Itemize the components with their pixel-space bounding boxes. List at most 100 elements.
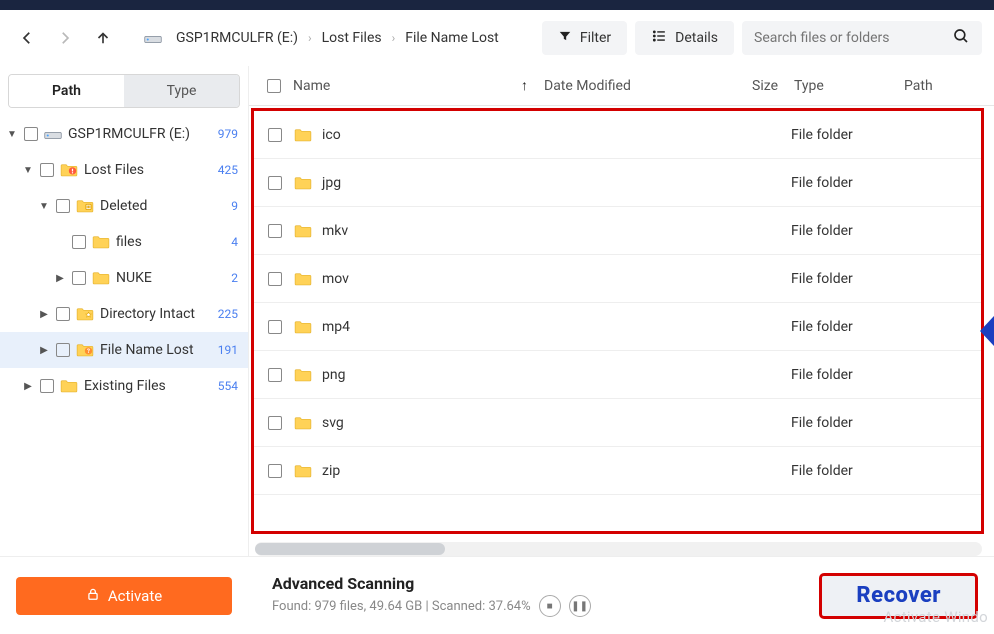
- col-name-label: Name: [293, 78, 330, 94]
- tree-item[interactable]: ▶?File Name Lost191: [0, 332, 248, 368]
- scan-sep: |: [422, 599, 432, 614]
- tree-checkbox[interactable]: [40, 163, 54, 177]
- row-checkbox[interactable]: [268, 416, 282, 430]
- folder-icon: [294, 224, 312, 238]
- nav-back-button[interactable]: [12, 23, 42, 53]
- sort-asc-icon[interactable]: ↑: [521, 77, 528, 94]
- folder-icon: [294, 128, 312, 142]
- content: Name ↑ Date Modified Size Type Path icoF…: [248, 66, 994, 556]
- table-row[interactable]: pngFile folder: [254, 351, 981, 399]
- row-type: File folder: [791, 271, 901, 287]
- horizontal-scrollbar[interactable]: [255, 542, 982, 556]
- pause-scan-button[interactable]: ❚❚: [569, 595, 591, 617]
- row-checkbox[interactable]: [268, 224, 282, 238]
- footer: Activate Advanced Scanning Found: 979 fi…: [0, 556, 994, 634]
- select-all-checkbox[interactable]: [267, 79, 281, 93]
- row-checkbox[interactable]: [268, 368, 282, 382]
- scan-status: Advanced Scanning Found: 979 files, 49.6…: [272, 574, 591, 617]
- col-date[interactable]: Date Modified: [544, 78, 714, 94]
- sidebar-tabs: Path Type: [8, 74, 240, 108]
- tree-item-label: files: [116, 234, 142, 250]
- col-name[interactable]: Name ↑: [293, 77, 544, 94]
- row-checkbox[interactable]: [268, 128, 282, 142]
- table-row[interactable]: svg File folder: [254, 399, 981, 447]
- drive-icon: [44, 127, 62, 141]
- table-row[interactable]: zipFile folder: [254, 447, 981, 495]
- row-name: svg: [322, 415, 344, 431]
- tree-item-label: File Name Lost: [100, 342, 194, 358]
- row-checkbox[interactable]: [268, 176, 282, 190]
- tree-caret-icon[interactable]: ▶: [22, 381, 34, 392]
- lock-icon: [86, 587, 100, 605]
- row-checkbox[interactable]: [268, 320, 282, 334]
- row-type: File folder: [791, 463, 901, 479]
- chevron-right-icon: ›: [392, 31, 396, 45]
- tree-caret-icon[interactable]: ▶: [38, 309, 50, 320]
- tree-caret-icon[interactable]: ▶: [38, 345, 50, 356]
- tree-item-count: 4: [210, 235, 238, 249]
- tree-item-label: Deleted: [100, 198, 147, 214]
- filter-button[interactable]: Filter: [542, 21, 627, 55]
- tree-item-label: Lost Files: [84, 162, 144, 178]
- tab-type[interactable]: Type: [124, 75, 239, 107]
- tree-item[interactable]: files 4: [0, 224, 248, 260]
- table-header: Name ↑ Date Modified Size Type Path: [249, 66, 994, 106]
- tree-item-label: Directory Intact: [100, 306, 195, 322]
- activate-button[interactable]: Activate: [16, 577, 232, 615]
- scan-scanned: 37.64%: [488, 599, 530, 614]
- tree-item[interactable]: ▼GSP1RMCULFR (E:)979: [0, 116, 248, 152]
- search-box[interactable]: [742, 21, 982, 55]
- stop-scan-button[interactable]: ■: [539, 595, 561, 617]
- row-checkbox[interactable]: [268, 272, 282, 286]
- scrollbar-thumb[interactable]: [255, 543, 445, 555]
- tree-checkbox[interactable]: [72, 235, 86, 249]
- tree-item[interactable]: ▶NUKE2: [0, 260, 248, 296]
- table-row[interactable]: mkvFile folder: [254, 207, 981, 255]
- folder-icon: [60, 163, 78, 177]
- breadcrumb-mid[interactable]: Lost Files: [322, 30, 382, 46]
- tree-item[interactable]: ▼ Deleted 9: [0, 188, 248, 224]
- recover-button[interactable]: Recover: [819, 573, 978, 619]
- folder-icon: [76, 199, 94, 213]
- tree-checkbox[interactable]: [24, 127, 38, 141]
- tree-caret-icon[interactable]: ▼: [38, 201, 50, 212]
- nav-forward-button[interactable]: [50, 23, 80, 53]
- tree-checkbox[interactable]: [56, 307, 70, 321]
- table-row[interactable]: movFile folder: [254, 255, 981, 303]
- tree-caret-icon[interactable]: ▼: [22, 165, 34, 176]
- details-button[interactable]: Details: [635, 21, 734, 55]
- folder-icon: [294, 464, 312, 478]
- table-row[interactable]: jpgFile folder: [254, 159, 981, 207]
- row-type: File folder: [791, 175, 901, 191]
- col-size[interactable]: Size: [714, 78, 794, 94]
- filter-icon: [558, 29, 572, 47]
- tree-item-count: 979: [210, 127, 238, 141]
- tree-checkbox[interactable]: [72, 271, 86, 285]
- breadcrumb-drive[interactable]: GSP1RMCULFR (E:): [176, 30, 298, 46]
- row-checkbox[interactable]: [268, 464, 282, 478]
- tree-item[interactable]: ▶Directory Intact225: [0, 296, 248, 332]
- scan-found-prefix: Found:: [272, 599, 315, 614]
- tab-path[interactable]: Path: [9, 75, 124, 107]
- tree-item-count: 9: [210, 199, 238, 213]
- titlebar: [0, 0, 994, 10]
- col-path[interactable]: Path: [904, 78, 994, 94]
- tree-caret-icon[interactable]: ▶: [54, 273, 66, 284]
- tree-item[interactable]: ▼Lost Files425: [0, 152, 248, 188]
- tree-checkbox[interactable]: [56, 343, 70, 357]
- tree-item[interactable]: ▶Existing Files554: [0, 368, 248, 404]
- row-type: File folder: [791, 415, 901, 431]
- col-type[interactable]: Type: [794, 78, 904, 94]
- table-row[interactable]: icoFile folder: [254, 111, 981, 159]
- nav-up-button[interactable]: [88, 23, 118, 53]
- breadcrumb-leaf[interactable]: File Name Lost: [405, 30, 499, 46]
- table-row[interactable]: mp4File folder: [254, 303, 981, 351]
- search-input[interactable]: [754, 30, 952, 46]
- tree-caret-icon[interactable]: ▼: [6, 129, 18, 140]
- row-name: mp4: [322, 319, 350, 335]
- scan-subtitle: Found: 979 files, 49.64 GB | Scanned: 37…: [272, 595, 591, 617]
- tree-checkbox[interactable]: [40, 379, 54, 393]
- tree-checkbox[interactable]: [56, 199, 70, 213]
- tree-item-label: Existing Files: [84, 378, 166, 394]
- filter-label: Filter: [580, 30, 611, 46]
